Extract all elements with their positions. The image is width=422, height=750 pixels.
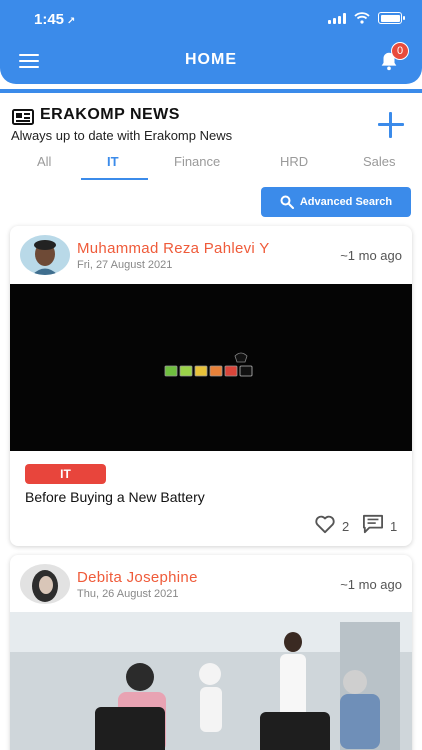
comment-count: 1 bbox=[390, 519, 398, 534]
like-count: 2 bbox=[342, 519, 350, 534]
comment-icon[interactable] bbox=[362, 514, 384, 534]
tab-sales[interactable]: Sales bbox=[363, 154, 396, 169]
wifi-icon bbox=[354, 12, 370, 24]
tab-it[interactable]: IT bbox=[107, 154, 119, 169]
notification-badge: 0 bbox=[391, 42, 409, 60]
status-icons bbox=[328, 12, 405, 24]
tab-all[interactable]: All bbox=[37, 154, 51, 169]
avatar bbox=[20, 235, 70, 275]
post-date: Thu, 26 August 2021 bbox=[77, 588, 179, 600]
news-section-title: ERAKOMP NEWS bbox=[40, 106, 180, 123]
active-tab-indicator bbox=[81, 178, 148, 180]
battery-icon bbox=[378, 12, 405, 24]
advanced-search-label: Advanced Search bbox=[299, 196, 393, 208]
tab-finance[interactable]: Finance bbox=[174, 154, 220, 169]
post-image[interactable] bbox=[10, 284, 412, 451]
author-name[interactable]: Debita Josephine bbox=[77, 569, 198, 586]
page-title: HOME bbox=[185, 51, 237, 68]
avatar bbox=[20, 564, 70, 604]
post-title[interactable]: Before Buying a New Battery bbox=[25, 489, 205, 505]
signal-icon bbox=[328, 12, 346, 24]
newspaper-icon bbox=[12, 109, 34, 125]
post-relative-time: ~1 mo ago bbox=[340, 577, 402, 592]
app-header: 1:45 ↗ HOME 0 bbox=[0, 0, 422, 84]
heart-icon[interactable] bbox=[314, 514, 336, 534]
header-divider bbox=[0, 89, 422, 93]
advanced-search-button[interactable]: Advanced Search bbox=[261, 187, 411, 217]
tab-hrd[interactable]: HRD bbox=[280, 154, 308, 169]
news-card[interactable]: Muhammad Reza Pahlevi Y Fri, 27 August 2… bbox=[10, 226, 412, 546]
location-arrow-icon: ↗ bbox=[67, 16, 76, 27]
author-name[interactable]: Muhammad Reza Pahlevi Y bbox=[77, 240, 270, 257]
news-card[interactable]: Debita Josephine Thu, 26 August 2021 ~1 … bbox=[10, 555, 412, 750]
search-icon bbox=[280, 195, 294, 209]
news-section-subtitle: Always up to date with Erakomp News bbox=[11, 128, 233, 143]
post-date: Fri, 27 August 2021 bbox=[77, 259, 173, 271]
add-news-button[interactable] bbox=[378, 112, 404, 138]
post-relative-time: ~1 mo ago bbox=[340, 248, 402, 263]
status-time: 1:45 ↗ bbox=[34, 11, 76, 28]
post-image[interactable] bbox=[10, 612, 412, 750]
category-badge: IT bbox=[25, 464, 106, 484]
category-tabs: All IT Finance HRD Sales bbox=[0, 150, 422, 182]
